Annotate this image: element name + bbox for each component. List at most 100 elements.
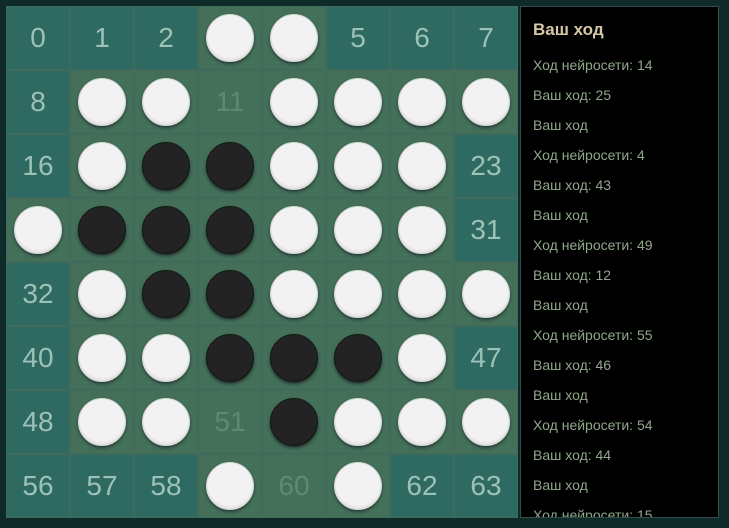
board-cell-62[interactable]: 62 (390, 454, 454, 518)
cell-number: 60 (278, 470, 310, 501)
game-board: 0 1 2 5 6 7 8 11 16 23 31 32 40 47 48 51 56 57 58 60 62 63 (6, 6, 518, 518)
black-disc (270, 398, 318, 446)
board-cell-60[interactable]: 60 (262, 454, 326, 518)
black-disc (142, 270, 190, 318)
cell-number: 1 (94, 22, 110, 53)
cell-number: 47 (470, 342, 502, 373)
board-cell-30 (390, 198, 454, 262)
black-disc (206, 142, 254, 190)
log-entry: Ваш ход: 43 (533, 177, 612, 193)
black-disc (206, 334, 254, 382)
cell-number: 48 (22, 406, 54, 437)
board-cell-47[interactable]: 47 (454, 326, 518, 390)
board-cell-10 (134, 70, 198, 134)
board-cell-7[interactable]: 7 (454, 6, 518, 70)
white-disc (78, 142, 126, 190)
white-disc (78, 270, 126, 318)
board-cell-0[interactable]: 0 (6, 6, 70, 70)
board-cell-5[interactable]: 5 (326, 6, 390, 70)
board-cell-41 (70, 326, 134, 390)
cell-number: 6 (414, 22, 430, 53)
board-cell-24 (6, 198, 70, 262)
board-cell-43 (198, 326, 262, 390)
board-cell-1[interactable]: 1 (70, 6, 134, 70)
board-cell-17 (70, 134, 134, 198)
move-log: Ход нейросети: 14 Ваш ход: 25 Ваш ход Ход н… (533, 50, 718, 517)
cell-number: 2 (158, 22, 174, 53)
board-cell-54 (390, 390, 454, 454)
board-cell-31[interactable]: 31 (454, 198, 518, 262)
board-cell-14 (390, 70, 454, 134)
log-entry: Ваш ход (533, 297, 588, 313)
white-disc (78, 398, 126, 446)
board-cell-12 (262, 70, 326, 134)
white-disc (270, 142, 318, 190)
board-cell-51[interactable]: 51 (198, 390, 262, 454)
cell-number: 23 (470, 150, 502, 181)
board-cell-56[interactable]: 56 (6, 454, 70, 518)
board-cell-39 (454, 262, 518, 326)
board-cell-40[interactable]: 40 (6, 326, 70, 390)
board-cell-61 (326, 454, 390, 518)
white-disc (78, 334, 126, 382)
board-cell-8[interactable]: 8 (6, 70, 70, 134)
cell-number: 0 (30, 22, 46, 53)
board-cell-44 (262, 326, 326, 390)
white-disc (398, 398, 446, 446)
board-cell-28 (262, 198, 326, 262)
board-cell-49 (70, 390, 134, 454)
cell-number: 32 (22, 278, 54, 309)
board-cell-3 (198, 6, 262, 70)
white-disc (398, 206, 446, 254)
board-cell-55 (454, 390, 518, 454)
white-disc (462, 398, 510, 446)
move-log-panel: Ваш ход Ход нейросети: 14 Ваш ход: 25 Ваш … (520, 6, 719, 518)
white-disc (78, 78, 126, 126)
white-disc (206, 14, 254, 62)
black-disc (334, 334, 382, 382)
board-cell-25 (70, 198, 134, 262)
cell-number: 8 (30, 86, 46, 117)
board-cell-57[interactable]: 57 (70, 454, 134, 518)
turn-status: Ваш ход (533, 20, 604, 39)
white-disc (398, 270, 446, 318)
board-cell-11[interactable]: 11 (198, 70, 262, 134)
board-cell-46 (390, 326, 454, 390)
board-cell-29 (326, 198, 390, 262)
board-cell-16[interactable]: 16 (6, 134, 70, 198)
black-disc (206, 206, 254, 254)
board-cell-48[interactable]: 48 (6, 390, 70, 454)
cell-number: 5 (350, 22, 366, 53)
board-cell-32[interactable]: 32 (6, 262, 70, 326)
log-entry: Ход нейросети: 49 (533, 237, 653, 253)
board-cell-2[interactable]: 2 (134, 6, 198, 70)
board-cell-63[interactable]: 63 (454, 454, 518, 518)
white-disc (334, 462, 382, 510)
log-entry: Ваш ход (533, 117, 588, 133)
othello-app: 0 1 2 5 6 7 8 11 16 23 31 32 40 47 48 51 56 57 58 60 62 63 Ва… (0, 0, 729, 528)
white-disc (270, 270, 318, 318)
white-disc (334, 398, 382, 446)
board-cell-52 (262, 390, 326, 454)
board-cell-58[interactable]: 58 (134, 454, 198, 518)
cell-number: 57 (86, 470, 118, 501)
board-cell-19 (198, 134, 262, 198)
board-cell-42 (134, 326, 198, 390)
board-cell-34 (134, 262, 198, 326)
black-disc (142, 142, 190, 190)
log-entry: Ваш ход: 25 (533, 87, 612, 103)
white-disc (334, 206, 382, 254)
board-cell-53 (326, 390, 390, 454)
board-cell-22 (390, 134, 454, 198)
board-cell-23[interactable]: 23 (454, 134, 518, 198)
board-cell-6[interactable]: 6 (390, 6, 454, 70)
board-cell-21 (326, 134, 390, 198)
board-cell-18 (134, 134, 198, 198)
cell-number: 51 (214, 406, 246, 437)
white-disc (14, 206, 62, 254)
log-entry: Ваш ход (533, 207, 588, 223)
log-entry: Ход нейросети: 14 (533, 57, 653, 73)
board-cell-35 (198, 262, 262, 326)
black-disc (206, 270, 254, 318)
white-disc (270, 14, 318, 62)
